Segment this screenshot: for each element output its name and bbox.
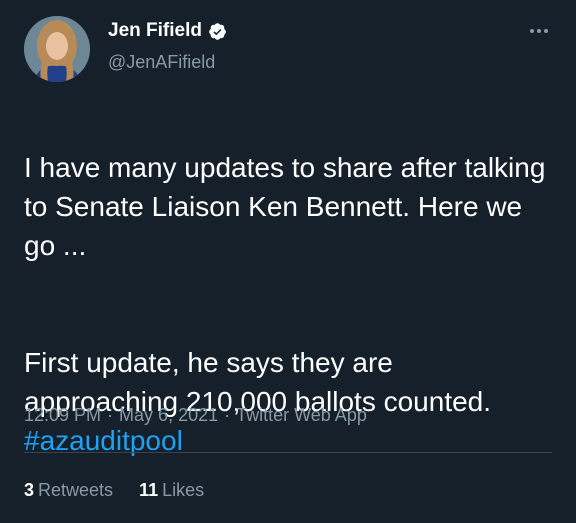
tweet-text: I have many updates to share after talki… [24,109,554,499]
more-horizontal-icon[interactable] [524,22,554,40]
meta-separator: · [107,405,114,425]
meta-separator: · [224,405,231,425]
author-name-row: Jen Fifield [108,20,227,42]
tweet-time[interactable]: 12:09 PM [24,405,101,425]
retweets-label: Retweets [38,480,114,500]
tweet-source[interactable]: Twitter Web App [236,405,367,425]
tweet-paragraph-2: First update, he says they are approachi… [24,343,554,460]
tweet-card: Jen Fifield @JenAFifield I have many upd… [0,0,576,523]
tweet-date[interactable]: May 6, 2021 [119,405,218,425]
tweet-metadata: 12:09 PM · May 6, 2021 · Twitter Web App [24,403,367,427]
retweets-count: 3 [24,480,35,500]
likes-stat[interactable]: 11 Likes [139,478,204,502]
avatar[interactable] [24,16,90,82]
avatar-image [24,16,90,82]
tweet-paragraph-1: I have many updates to share after talki… [24,152,546,261]
likes-count: 11 [139,480,159,500]
engagement-stats: 3 Retweets 11 Likes [24,478,204,502]
retweets-stat[interactable]: 3 Retweets [24,478,113,502]
likes-label: Likes [162,480,205,500]
divider [24,452,552,453]
author-handle[interactable]: @JenAFifield [108,51,215,73]
display-name[interactable]: Jen Fifield [108,20,202,42]
verified-badge-icon [208,22,227,41]
